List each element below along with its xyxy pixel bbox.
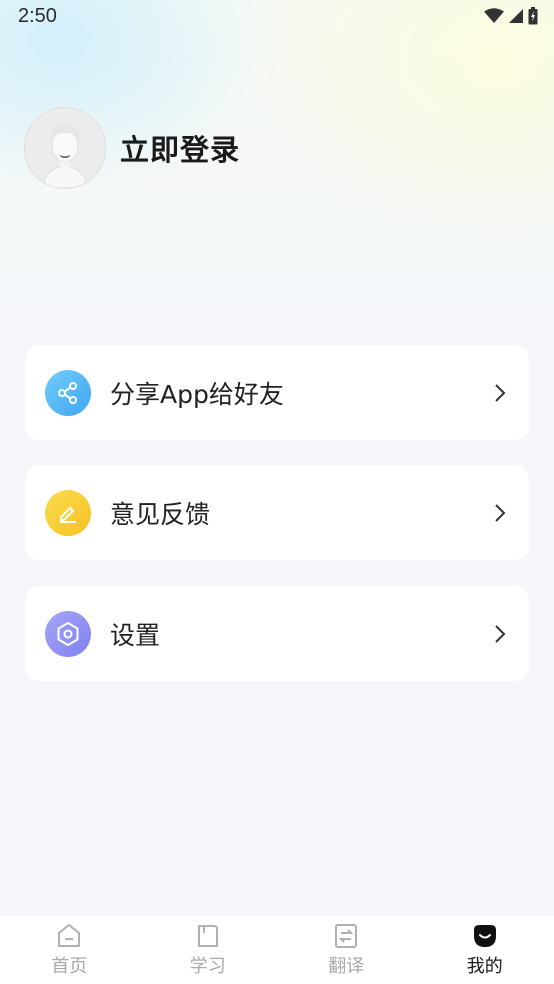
tab-mine[interactable]: 我的 bbox=[416, 916, 554, 984]
menu-item-share[interactable]: 分享App给好友 bbox=[25, 345, 529, 440]
status-bar: 2:50 bbox=[0, 0, 554, 36]
menu-item-label: 意见反馈 bbox=[110, 499, 211, 529]
status-time: 2:50 bbox=[18, 5, 57, 27]
status-icons bbox=[484, 7, 538, 29]
tab-study[interactable]: 学习 bbox=[139, 916, 278, 984]
signal-icon bbox=[508, 8, 524, 28]
hexagon-settings-icon bbox=[45, 610, 91, 657]
tab-label: 学习 bbox=[189, 956, 226, 977]
home-icon bbox=[58, 924, 81, 947]
chevron-right-icon bbox=[495, 503, 506, 522]
tab-label: 我的 bbox=[466, 956, 503, 977]
tab-translate[interactable]: 翻译 bbox=[277, 916, 416, 984]
avatar[interactable] bbox=[24, 107, 106, 189]
menu-item-feedback[interactable]: 意见反馈 bbox=[25, 465, 529, 560]
bottom-tab-bar: 首页 学习 翻译 我的 bbox=[0, 916, 554, 984]
profile-face-icon bbox=[473, 925, 496, 947]
battery-icon bbox=[528, 7, 538, 29]
tab-home[interactable]: 首页 bbox=[0, 916, 139, 984]
chevron-right-icon bbox=[495, 383, 506, 402]
book-icon bbox=[197, 925, 218, 947]
default-avatar-icon bbox=[25, 108, 105, 188]
tab-label: 翻译 bbox=[328, 956, 365, 977]
menu-item-label: 设置 bbox=[110, 620, 161, 650]
menu-item-label: 分享App给好友 bbox=[110, 379, 284, 409]
profile-header[interactable]: 立即登录 bbox=[24, 107, 240, 189]
wifi-icon bbox=[484, 8, 504, 28]
edit-icon bbox=[45, 489, 91, 536]
menu-item-settings[interactable]: 设置 bbox=[25, 586, 529, 681]
tab-label: 首页 bbox=[51, 956, 88, 977]
login-link[interactable]: 立即登录 bbox=[120, 127, 240, 169]
translate-icon bbox=[335, 924, 358, 948]
share-icon bbox=[45, 369, 91, 416]
chevron-right-icon bbox=[495, 624, 506, 643]
